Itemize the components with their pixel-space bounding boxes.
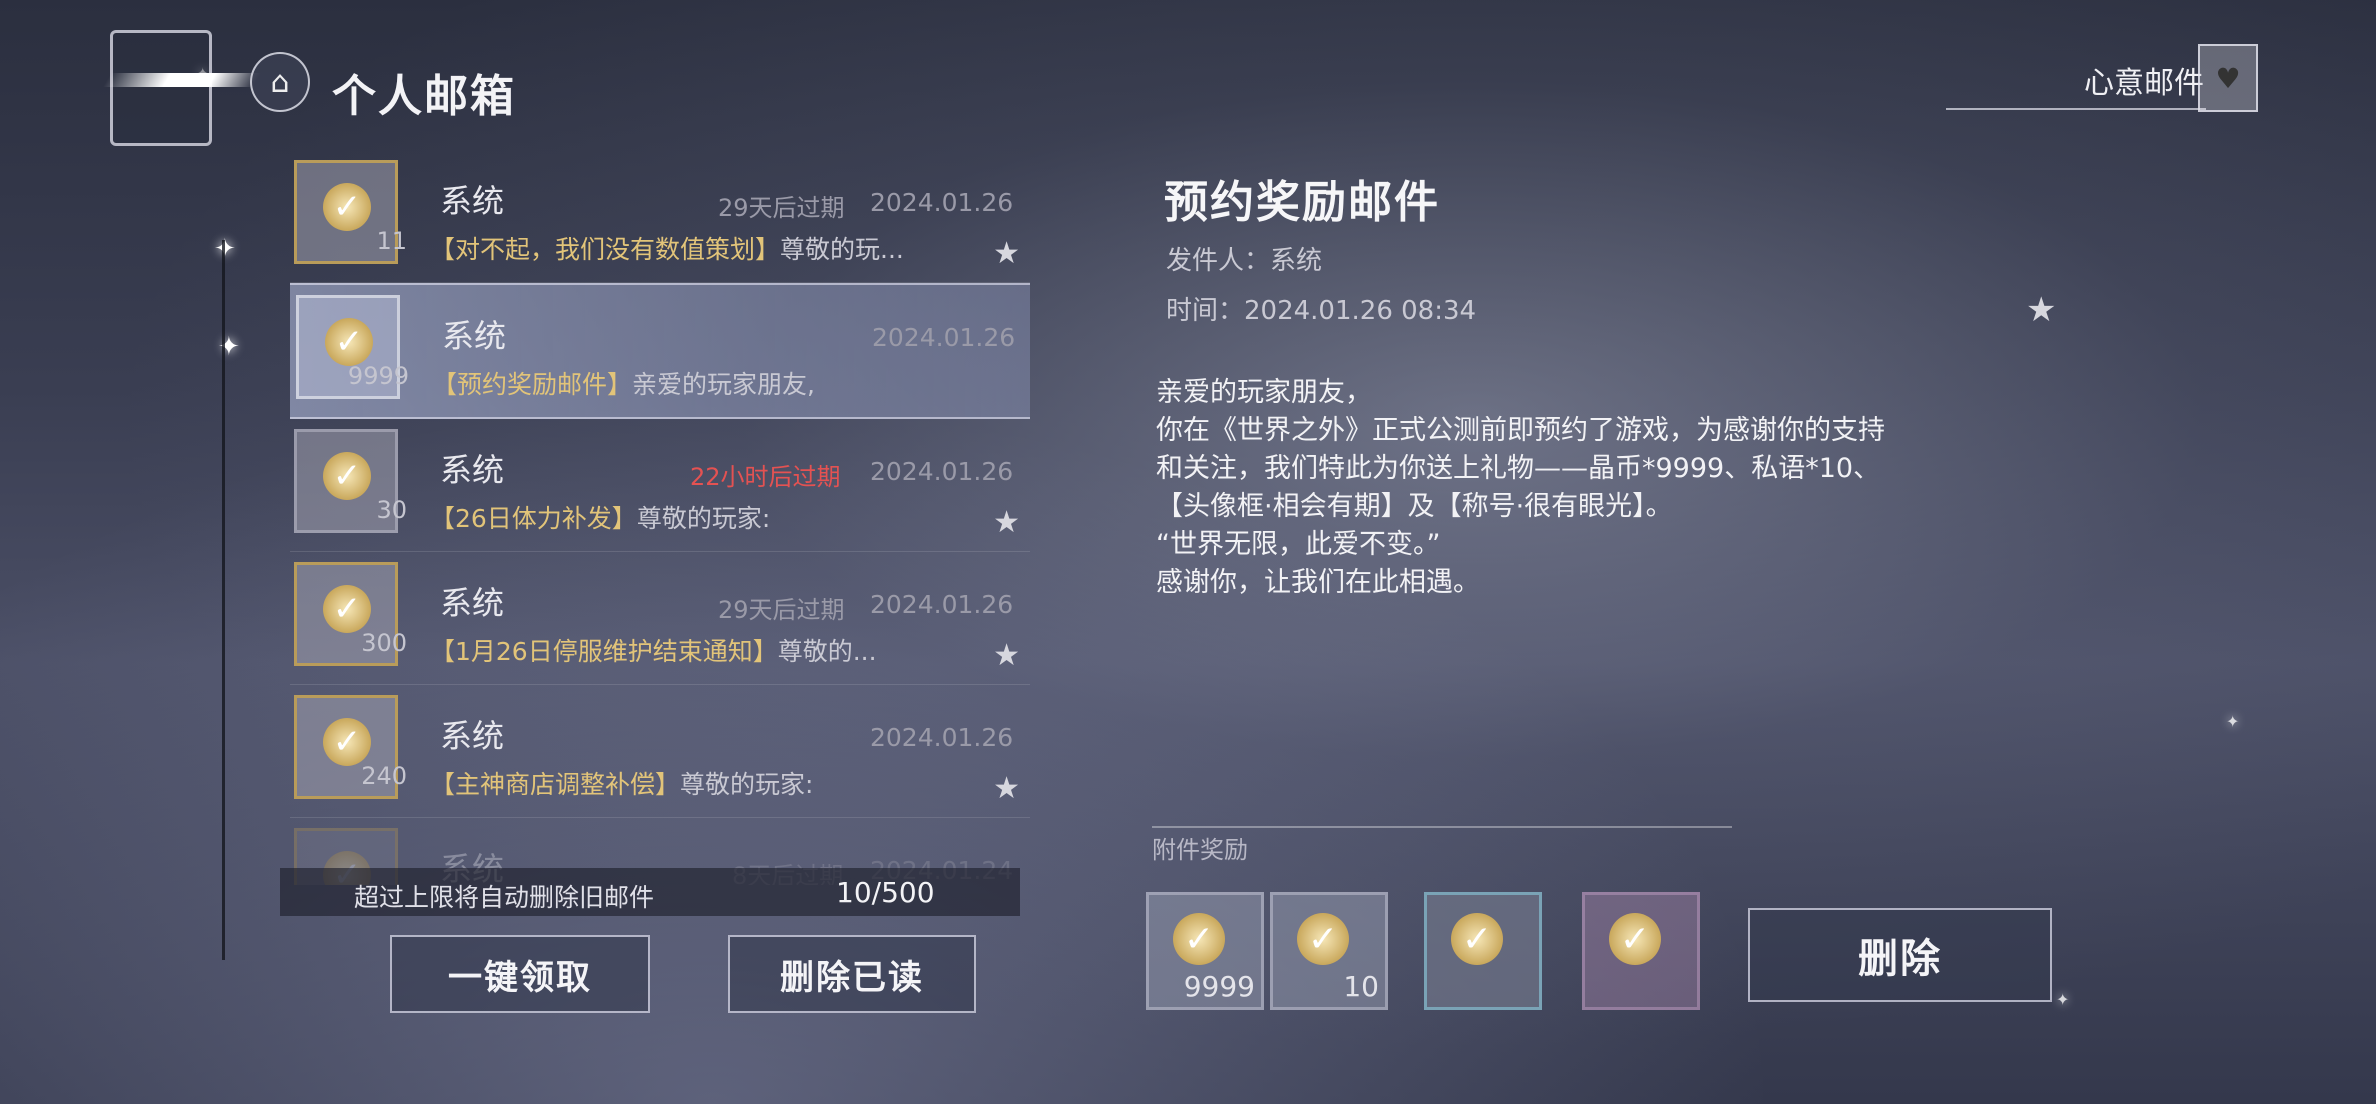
- home-icon: ⌂: [270, 64, 290, 100]
- mail-subject: 【主神商店调整补偿】尊敬的玩家:: [430, 765, 813, 801]
- star-icon[interactable]: ★: [993, 771, 1020, 806]
- mail-reward-count: 11: [376, 227, 407, 255]
- mail-reward-icon: ✓ 11: [294, 160, 407, 264]
- mail-preview: 尊敬的...: [777, 637, 877, 666]
- mail-preview: 亲爱的玩家朋友,: [632, 370, 815, 399]
- mail-limit-bar: 超过上限将自动删除旧邮件 10/500: [280, 868, 1020, 916]
- mail-preview: 尊敬的玩...: [780, 235, 904, 264]
- divider: [1946, 108, 2206, 110]
- mail-reward-icon: ✓ 300: [294, 562, 407, 666]
- mail-sender: 系统: [440, 717, 505, 755]
- delete-button[interactable]: 删除: [1748, 908, 2052, 1002]
- mail-sender: 系统: [440, 182, 505, 220]
- body-line: 你在《世界之外》正式公测前即预约了游戏，为感谢你的支持: [1156, 415, 1885, 446]
- claim-all-button[interactable]: 一键领取: [390, 935, 650, 1013]
- mail-reward-count: 300: [361, 629, 407, 657]
- delete-read-button[interactable]: 删除已读: [728, 935, 976, 1013]
- star-icon[interactable]: ★: [993, 236, 1020, 271]
- mail-tag: 【26日体力补发】: [430, 504, 637, 533]
- mail-reward-icon: ✓ 9999: [296, 295, 409, 399]
- mail-tag: 【主神商店调整补偿】: [430, 770, 681, 799]
- check-icon: ✓: [325, 318, 373, 366]
- header: ⌂ 个人邮箱: [102, 30, 570, 150]
- mail-tag: 【预约奖励邮件】: [432, 370, 633, 399]
- mail-reward-icon: ✓ 240: [294, 695, 407, 799]
- mail-date: 2024.01.26: [870, 723, 1014, 752]
- list-rail: [222, 240, 225, 960]
- star-icon[interactable]: ★: [993, 638, 1020, 673]
- mail-item[interactable]: ✓ 240 系统 2024.01.26 【主神商店调整补偿】尊敬的玩家: ★: [290, 685, 1030, 818]
- mail-subject: 【26日体力补发】尊敬的玩家:: [430, 499, 770, 535]
- mail-reward-count: 30: [376, 496, 407, 524]
- attachment-item[interactable]: ✓: [1582, 892, 1700, 1010]
- mail-subject: 【1月26日停服维护结束通知】尊敬的...: [430, 632, 877, 668]
- mail-sender: 系统: [440, 451, 505, 489]
- body-line: 【头像框·相会有期】及【称号·很有眼光】。: [1156, 491, 1673, 522]
- body-line: 和关注，我们特此为你送上礼物——晶币*9999、私语*10、: [1156, 453, 1881, 484]
- limit-text: 超过上限将自动删除旧邮件: [354, 883, 655, 912]
- check-icon: ✓: [1173, 913, 1225, 965]
- mail-date: 2024.01.26: [872, 323, 1016, 352]
- mail-date: 2024.01.26: [870, 590, 1014, 619]
- mail-item-selected[interactable]: ✓ 9999 系统 2024.01.26 【预约奖励邮件】亲爱的玩家朋友, ★: [290, 283, 1030, 419]
- check-icon: ✓: [323, 183, 371, 231]
- mail-date: 2024.01.26: [870, 457, 1014, 486]
- mail-reward-count: 9999: [347, 362, 409, 390]
- heart-mail-button[interactable]: ♥: [2198, 44, 2258, 112]
- star-icon[interactable]: ★: [993, 505, 1020, 540]
- mail-subject: 【对不起，我们没有数值策划】尊敬的玩...: [430, 230, 904, 266]
- mail-detail-title: 预约奖励邮件: [1164, 177, 1440, 228]
- attachment-qty: 9999: [1183, 970, 1255, 1003]
- mail-item[interactable]: ✓ 300 系统 29天后过期 2024.01.26 【1月26日停服维护结束通…: [290, 552, 1030, 685]
- mail-detail-time: 时间：2024.01.26 08:34: [1166, 296, 1477, 326]
- check-icon: ✓: [323, 585, 371, 633]
- heart-letter-icon: ♥: [2215, 61, 2241, 95]
- home-button[interactable]: ⌂: [250, 52, 310, 112]
- back-emblem[interactable]: [102, 30, 262, 146]
- mail-expire: 22小时后过期: [690, 463, 841, 491]
- mail-sender: 系统: [442, 317, 507, 355]
- check-icon: ✓: [323, 452, 371, 500]
- mail-count: 10/500: [836, 876, 935, 909]
- mail-item[interactable]: ✓ 11 系统 29天后过期 2024.01.26 【对不起，我们没有数值策划】…: [290, 150, 1030, 283]
- divider: [1152, 826, 1732, 828]
- mail-tag: 【对不起，我们没有数值策划】: [430, 235, 781, 264]
- attachment-item[interactable]: ✓ 10: [1270, 892, 1388, 1010]
- mail-subject: 【预约奖励邮件】亲爱的玩家朋友,: [432, 365, 815, 401]
- heart-mail-label[interactable]: 心意邮件: [2084, 58, 2204, 102]
- mail-sender: 系统: [440, 584, 505, 622]
- mail-list[interactable]: ✓ 11 系统 29天后过期 2024.01.26 【对不起，我们没有数值策划】…: [290, 150, 1030, 885]
- mail-preview: 尊敬的玩家:: [636, 504, 771, 533]
- sparkle-decoration: ✦: [2056, 990, 2070, 1009]
- mail-expire: 29天后过期: [718, 596, 845, 624]
- mail-date: 2024.01.26: [870, 188, 1014, 217]
- sparkle-decoration: ✦: [2226, 712, 2240, 731]
- attachment-item[interactable]: ✓: [1424, 892, 1542, 1010]
- mail-item[interactable]: ✓ 30 系统 22小时后过期 2024.01.26 【26日体力补发】尊敬的玩…: [290, 419, 1030, 552]
- page-title: 个人邮箱: [332, 71, 516, 122]
- mail-reward-count: 240: [361, 762, 407, 790]
- mail-detail-body: 亲爱的玩家朋友， 你在《世界之外》正式公测前即预约了游戏，为感谢你的支持 和关注…: [1156, 374, 2096, 602]
- body-line: 亲爱的玩家朋友，: [1156, 377, 1372, 408]
- body-line: “世界无限，此爱不变。”: [1156, 529, 1441, 560]
- mail-preview: 尊敬的玩家:: [680, 770, 814, 799]
- attachments-label: 附件奖励: [1152, 836, 1248, 864]
- mail-detail-sender: 发件人：系统: [1166, 246, 1323, 276]
- check-icon: ✓: [323, 718, 371, 766]
- attachment-qty: 10: [1343, 970, 1379, 1003]
- mail-tag: 【1月26日停服维护结束通知】: [430, 637, 778, 666]
- check-icon: ✓: [1609, 913, 1661, 965]
- star-icon[interactable]: ★: [2026, 290, 2056, 330]
- body-line: 感谢你，让我们在此相遇。: [1156, 567, 1480, 598]
- attachment-item[interactable]: ✓ 9999: [1146, 892, 1264, 1010]
- check-icon: ✓: [1297, 913, 1349, 965]
- check-icon: ✓: [1451, 913, 1503, 965]
- mail-reward-icon: ✓ 30: [294, 429, 407, 533]
- mail-expire: 29天后过期: [718, 194, 845, 222]
